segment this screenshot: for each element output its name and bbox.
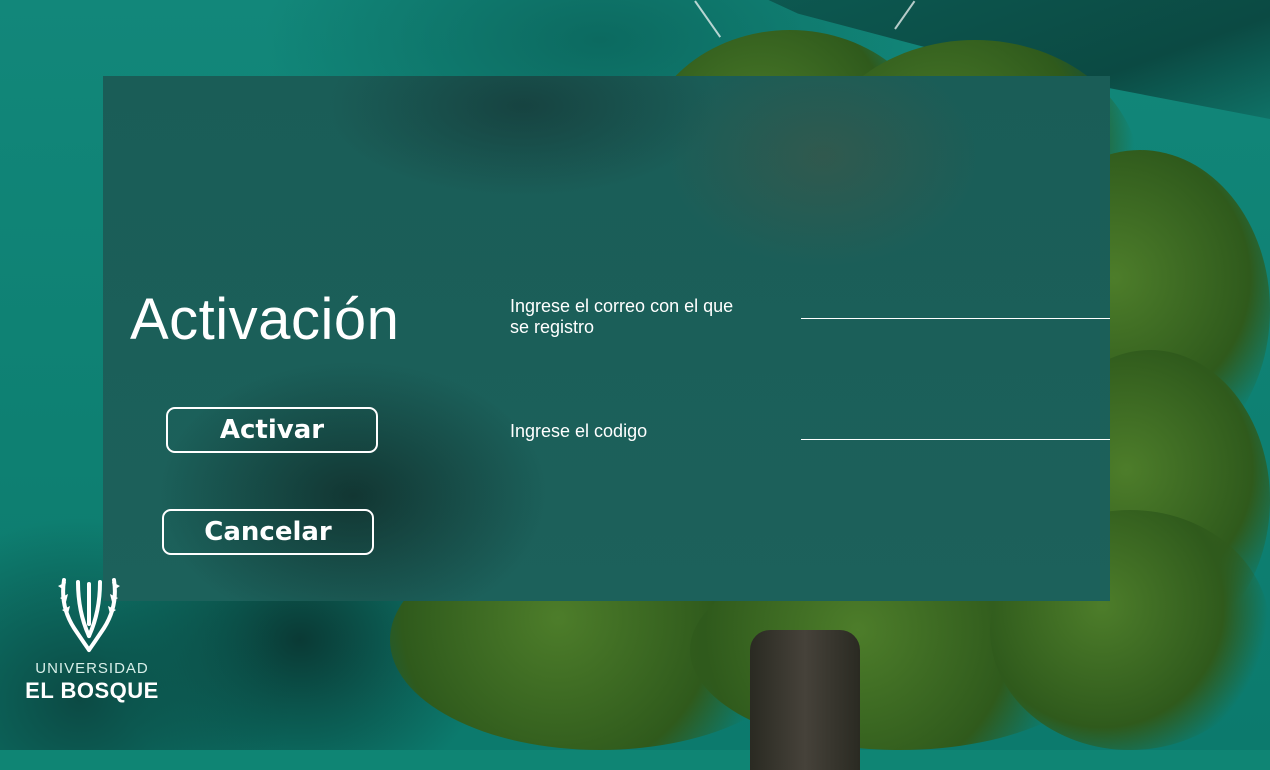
email-label: Ingrese el correo con el que se registro [510, 296, 734, 337]
page-title: Activación [130, 287, 400, 352]
logo-text-line1: UNIVERSIDAD [35, 660, 149, 677]
logo-text-line2: EL BOSQUE [25, 678, 159, 703]
email-field[interactable] [801, 294, 1110, 319]
university-crest-icon [58, 578, 120, 652]
university-logo: UNIVERSIDAD EL BOSQUE [22, 576, 162, 706]
code-field[interactable] [801, 415, 1110, 440]
code-label: Ingrese el codigo [510, 421, 648, 441]
cancel-button[interactable]: Cancelar [162, 509, 374, 555]
activate-button[interactable]: Activar [166, 407, 378, 453]
